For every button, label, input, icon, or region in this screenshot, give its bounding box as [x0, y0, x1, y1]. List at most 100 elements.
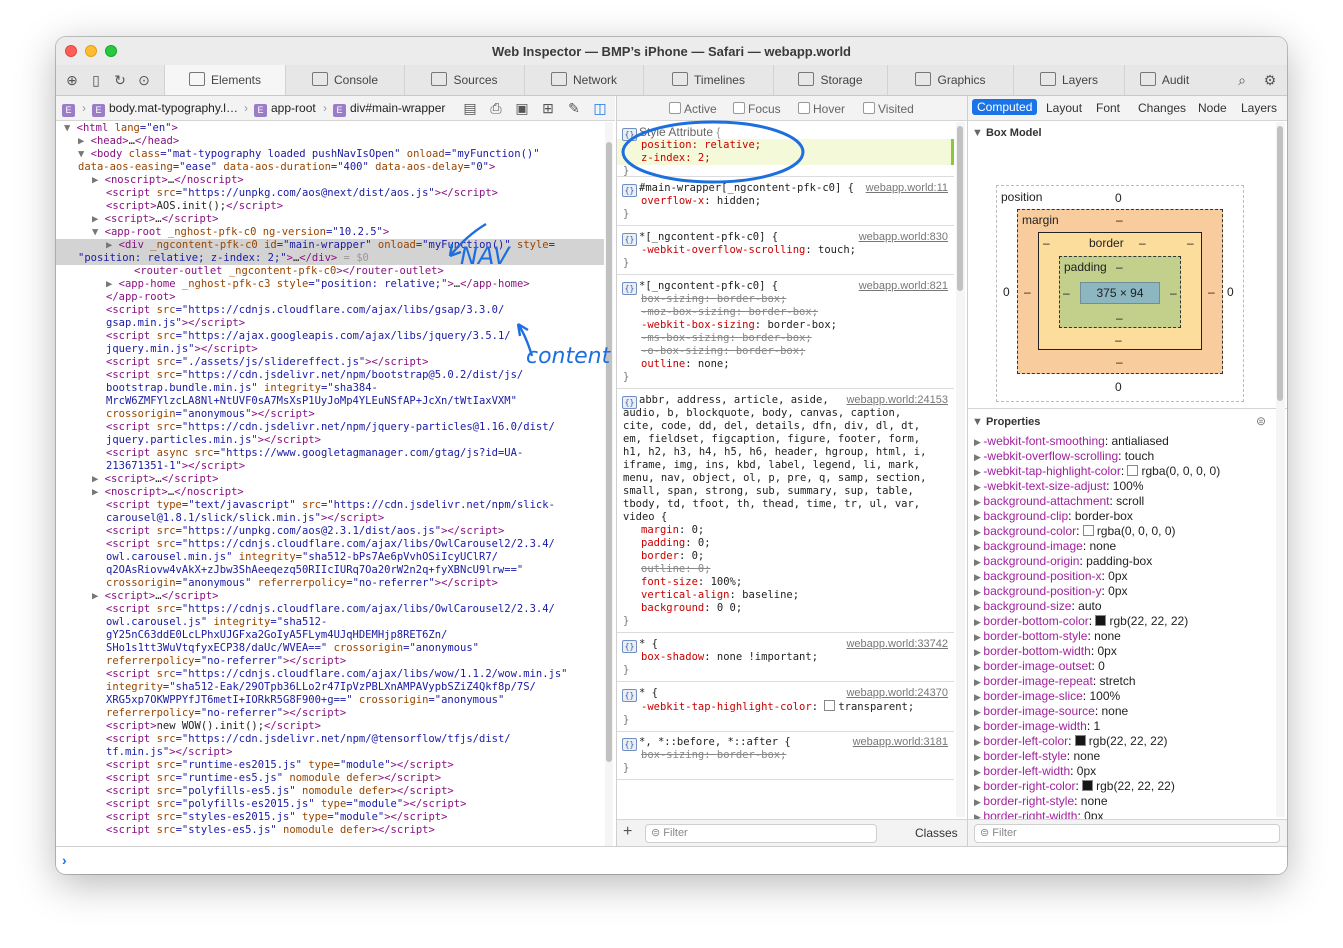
rule-property[interactable]: -o-box-sizing: border-box; — [617, 345, 954, 358]
disclosure-triangle-icon[interactable]: ▶ — [974, 692, 983, 702]
sidebar-tab-font[interactable]: Font — [1096, 101, 1120, 115]
style-rule[interactable]: {} webapp.world:11 #main-wrapper[_ngconten… — [617, 178, 954, 226]
dom-node-line[interactable]: owl.carousel.js" integrity="sha512- — [56, 616, 604, 629]
computed-property[interactable]: ▶ border-image-slice: 100% — [974, 689, 1274, 704]
dom-node-line[interactable]: <script>AOS.init();</script> — [56, 200, 604, 213]
styles-filter-input[interactable]: ⊜ Filter — [645, 824, 877, 843]
dom-node-line[interactable]: bootstrap.bundle.min.js" integrity="sha3… — [56, 382, 604, 395]
rule-source-link[interactable]: webapp.world:3181 — [853, 736, 948, 749]
dom-node-line[interactable]: <script src="https://cdnjs.cloudflare.co… — [56, 668, 604, 681]
style-rule[interactable]: {} webapp.world:24370 * {-webkit-tap-highl… — [617, 683, 954, 732]
dom-node-line[interactable]: <script async src="https://www.googletag… — [56, 447, 604, 460]
sidebar-tab-layout[interactable]: Layout — [1046, 101, 1082, 115]
style-rule[interactable]: {} webapp.world:24153 abbr, address, artic… — [617, 390, 954, 633]
dom-node-line[interactable]: SHo1s1tt3WuVtqfyxECP38/daUc/WVEA==" cros… — [56, 642, 604, 655]
rule-property[interactable]: border: 0; — [617, 550, 954, 563]
rule-property[interactable]: -ms-box-sizing: border-box; — [617, 332, 954, 345]
tab-layers[interactable]: Layers — [1013, 65, 1124, 95]
computed-property[interactable]: ▶ border-left-color: rgb(22, 22, 22) — [974, 734, 1274, 749]
dom-node-line[interactable]: <script src="styles-es5.js" nomodule def… — [56, 824, 604, 837]
computed-property[interactable]: ▶ border-left-style: none — [974, 749, 1274, 764]
crosshair-icon[interactable]: ⊕ — [64, 72, 80, 88]
computed-property[interactable]: ▶ background-origin: padding-box — [974, 554, 1274, 569]
disclosure-triangle-icon[interactable]: ▶ — [974, 767, 983, 777]
disclosure-triangle-icon[interactable]: ▶ — [974, 722, 983, 732]
tab-sources[interactable]: Sources — [404, 65, 524, 95]
dom-node-line[interactable]: ▶ <div _ngcontent-pfk-c0 id="main-wrappe… — [56, 239, 604, 252]
tab-audit[interactable]: Audit — [1124, 65, 1204, 95]
download-icon[interactable]: ⊙ — [136, 72, 152, 88]
padding-box[interactable]: padding – – – – 375 × 94 — [1059, 256, 1181, 328]
dom-node-line[interactable]: data-aos-easing="ease" data-aos-duration… — [56, 161, 604, 174]
dom-node-line[interactable]: q2OAsRiovw4vAkX+zJbw3ShAeeqezq50RIIcIURq… — [56, 564, 604, 577]
dom-node-line[interactable]: "position: relative; z-index: 2;">…</div… — [56, 252, 604, 265]
dom-node-line[interactable]: <script src="https://unpkg.com/aos@next/… — [56, 187, 604, 200]
rule-property[interactable]: margin: 0; — [617, 524, 954, 537]
rule-property[interactable]: font-size: 100%; — [617, 576, 954, 589]
pseudo-active[interactable]: Active — [669, 102, 717, 116]
color-swatch[interactable] — [1095, 615, 1107, 626]
dom-node-line[interactable]: crossorigin="anonymous"></script> — [56, 408, 604, 421]
disclosure-triangle-icon[interactable]: ▶ — [974, 497, 983, 507]
rule-source-link[interactable]: webapp.world:24153 — [846, 394, 948, 407]
computed-property[interactable]: ▶ background-size: auto — [974, 599, 1274, 614]
add-rule-icon[interactable]: + — [623, 823, 632, 841]
dom-node-line[interactable]: ▼ <body class="mat-typography loaded pus… — [56, 148, 604, 161]
disclosure-triangle-icon[interactable]: ▼ — [92, 226, 105, 238]
computed-property[interactable]: ▶ -webkit-font-smoothing: antialiased — [974, 434, 1274, 449]
disclosure-triangle-icon[interactable]: ▶ — [974, 452, 983, 462]
computed-property[interactable]: ▶ background-color: rgba(0, 0, 0, 0) — [974, 524, 1274, 539]
computed-property[interactable]: ▶ background-position-y: 0px — [974, 584, 1274, 599]
computed-property[interactable]: ▶ -webkit-overflow-scrolling: touch — [974, 449, 1274, 464]
computed-property[interactable]: ▶ border-right-style: none — [974, 794, 1274, 809]
tab-console[interactable]: Console — [285, 65, 404, 95]
disclosure-triangle-icon[interactable]: ▶ — [106, 278, 119, 290]
disclosure-triangle-icon[interactable]: ▶ — [974, 737, 983, 747]
disclosure-triangle-icon[interactable]: ▶ — [974, 527, 983, 537]
dom-scrollbar[interactable] — [605, 122, 613, 846]
rule-property[interactable]: box-sizing: border-box; — [617, 293, 954, 306]
grid-icon[interactable]: ⊞ — [540, 100, 556, 116]
computed-property[interactable]: ▶ -webkit-tap-highlight-color: rgba(0, 0… — [974, 464, 1274, 479]
disclosure-triangle-icon[interactable]: ▶ — [974, 557, 983, 567]
dom-node-line[interactable]: ▼ <app-root _nghost-pfk-c0 ng-version="1… — [56, 226, 604, 239]
dom-node-line[interactable]: 213671351-1"></script> — [56, 460, 604, 473]
dom-node-line[interactable]: referrerpolicy="no-referrer"></script> — [56, 655, 604, 668]
style-rule[interactable]: {} webapp.world:821 *[_ngcontent-pfk-c0] {… — [617, 276, 954, 389]
disclosure-triangle-icon[interactable]: ▶ — [974, 617, 983, 627]
content-size[interactable]: 375 × 94 — [1080, 282, 1160, 304]
tab-elements[interactable]: Elements — [164, 65, 285, 95]
dom-node-line[interactable]: <router-outlet _ngcontent-pfk-c0></route… — [56, 265, 604, 278]
dom-node-line[interactable]: ▶ <noscript>…</noscript> — [56, 486, 604, 499]
sidebar-tab-layers[interactable]: Layers — [1241, 101, 1277, 115]
rule-source-link[interactable]: webapp.world:11 — [866, 182, 948, 195]
disclosure-triangle-icon[interactable]: ▶ — [92, 213, 105, 225]
dom-node-line[interactable]: carousel@1.8.1/slick/slick.min.js"></scr… — [56, 512, 604, 525]
dom-node-line[interactable]: crossorigin="anonymous" referrerpolicy="… — [56, 577, 604, 590]
dom-node-line[interactable]: ▶ <script>…</script> — [56, 213, 604, 226]
style-rule[interactable]: {} webapp.world:3181 *, *::before, *::afte… — [617, 732, 954, 780]
dom-node-line[interactable]: <script src="polyfills-es5.js" nomodule … — [56, 785, 604, 798]
breadcrumb-item-main-wrapper[interactable]: Ediv#main-wrapper — [333, 101, 445, 117]
rule-property[interactable]: -webkit-tap-highlight-color: transparent… — [617, 700, 954, 714]
disclosure-triangle-icon[interactable]: ▶ — [974, 677, 983, 687]
device-icon[interactable]: ▯ — [88, 72, 104, 88]
color-swatch[interactable] — [824, 700, 836, 711]
dom-node-line[interactable]: owl.carousel.min.js" integrity="sha512-b… — [56, 551, 604, 564]
rule-property[interactable]: padding: 0; — [617, 537, 954, 550]
sidebar-tab-changes[interactable]: Changes — [1138, 101, 1186, 115]
rule-source-link[interactable]: webapp.world:24370 — [846, 687, 948, 700]
rule-property[interactable]: background: 0 0; — [617, 602, 954, 615]
rule-property[interactable]: -webkit-overflow-scrolling: touch; — [617, 244, 954, 257]
disclosure-triangle-icon[interactable]: ▶ — [92, 590, 105, 602]
dom-node-line[interactable]: <script src="https://cdnjs.cloudflare.co… — [56, 538, 604, 551]
border-box[interactable]: – border – – – padding – – – – 375 × 94 — [1038, 232, 1202, 350]
computed-property[interactable]: ▶ border-bottom-color: rgb(22, 22, 22) — [974, 614, 1274, 629]
computed-property[interactable]: ▶ border-image-repeat: stretch — [974, 674, 1274, 689]
disclosure-triangle-icon[interactable]: ▶ — [974, 797, 983, 807]
rule-property[interactable]: vertical-align: baseline; — [617, 589, 954, 602]
disclosure-triangle-icon[interactable]: ▶ — [974, 632, 983, 642]
dom-node-line[interactable]: referrerpolicy="no-referrer"></script> — [56, 707, 604, 720]
scroll-thumb[interactable] — [1277, 126, 1283, 401]
screenshot-icon[interactable]: ▣ — [514, 100, 530, 116]
